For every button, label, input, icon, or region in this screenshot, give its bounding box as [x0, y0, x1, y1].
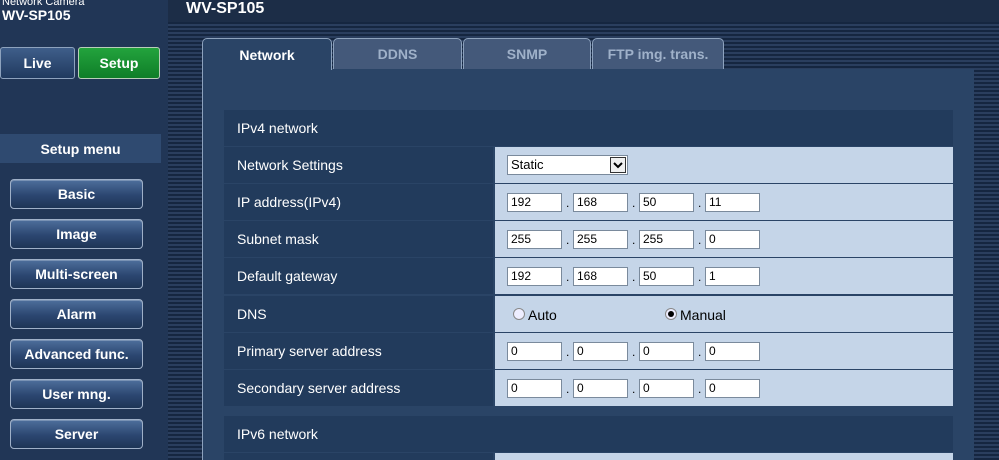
row-network-settings: Network Settings Static — [224, 147, 953, 183]
secondary-octet-1[interactable]: 0 — [507, 379, 562, 398]
ip-address-value-cell: 192 . 168 . 50 . 11 — [495, 184, 953, 220]
menu-item-user-mng[interactable]: User mng. — [10, 379, 143, 409]
ip-octet-3[interactable]: 50 — [639, 193, 694, 212]
network-settings-selected: Static — [511, 157, 544, 172]
dot-separator: . — [566, 196, 570, 210]
top-bar: WV-SP105 — [168, 0, 999, 22]
dns-label: DNS — [224, 296, 493, 332]
product-model: WV-SP105 — [2, 7, 71, 23]
ip-octet-1[interactable]: 192 — [507, 193, 562, 212]
setup-button[interactable]: Setup — [78, 47, 160, 79]
dot-separator: . — [566, 345, 570, 359]
dot-separator: . — [632, 270, 636, 284]
dns-manual-radio[interactable] — [665, 308, 677, 320]
subnet-octet-2[interactable]: 255 — [573, 230, 628, 249]
menu-item-server[interactable]: Server — [10, 419, 143, 449]
secondary-octet-4[interactable]: 0 — [705, 379, 760, 398]
dot-separator: . — [698, 382, 702, 396]
tab-network[interactable]: Network — [202, 38, 332, 70]
tab-ftp-img-trans[interactable]: FTP img. trans. — [592, 38, 724, 69]
gateway-octet-2[interactable]: 168 — [573, 267, 628, 286]
subnet-octet-4[interactable]: 0 — [705, 230, 760, 249]
dot-separator: . — [698, 270, 702, 284]
secondary-octet-2[interactable]: 0 — [573, 379, 628, 398]
row-default-gateway: Default gateway 192 . 168 . 50 . 1 — [224, 258, 953, 294]
dot-separator: . — [566, 270, 570, 284]
subnet-mask-value-cell: 255 . 255 . 255 . 0 — [495, 221, 953, 257]
subnet-octet-3[interactable]: 255 — [639, 230, 694, 249]
row-subnet-mask: Subnet mask 255 . 255 . 255 . 0 — [224, 221, 953, 257]
network-settings-value-cell: Static — [495, 147, 953, 183]
primary-server-label: Primary server address — [224, 333, 493, 369]
dot-separator: . — [698, 196, 702, 210]
menu-item-advanced-func[interactable]: Advanced func. — [10, 339, 143, 369]
gateway-octet-3[interactable]: 50 — [639, 267, 694, 286]
live-button[interactable]: Live — [0, 47, 75, 79]
primary-octet-1[interactable]: 0 — [507, 342, 562, 361]
gateway-octet-1[interactable]: 192 — [507, 267, 562, 286]
dns-auto-label[interactable]: Auto — [528, 307, 557, 323]
ipv6-row-label — [224, 453, 493, 460]
gateway-octet-4[interactable]: 1 — [705, 267, 760, 286]
ip-octet-4[interactable]: 11 — [705, 193, 760, 212]
setup-menu: Basic Image Multi-screen Alarm Advanced … — [10, 179, 143, 459]
chevron-down-icon[interactable] — [610, 157, 626, 173]
secondary-server-value-cell: 0 . 0 . 0 . 0 — [495, 370, 953, 406]
row-dns: DNS Auto Manual — [224, 296, 953, 332]
primary-octet-4[interactable]: 0 — [705, 342, 760, 361]
menu-item-basic[interactable]: Basic — [10, 179, 143, 209]
subnet-octet-1[interactable]: 255 — [507, 230, 562, 249]
tab-snmp[interactable]: SNMP — [463, 38, 591, 69]
setup-menu-title: Setup menu — [0, 134, 161, 163]
primary-octet-2[interactable]: 0 — [573, 342, 628, 361]
dot-separator: . — [632, 196, 636, 210]
dns-auto-radio[interactable] — [513, 308, 525, 320]
page-title: WV-SP105 — [186, 0, 265, 17]
ip-address-label: IP address(IPv4) — [224, 184, 493, 220]
primary-server-value-cell: 0 . 0 . 0 . 0 — [495, 333, 953, 369]
dns-manual-label[interactable]: Manual — [680, 307, 726, 323]
default-gateway-value-cell: 192 . 168 . 50 . 1 — [495, 258, 953, 294]
tab-ddns[interactable]: DDNS — [333, 38, 462, 69]
dns-value-cell: Auto Manual — [495, 296, 953, 332]
row-secondary-server: Secondary server address 0 . 0 . 0 . 0 — [224, 370, 953, 406]
dot-separator: . — [698, 345, 702, 359]
menu-item-multi-screen[interactable]: Multi-screen — [10, 259, 143, 289]
primary-octet-3[interactable]: 0 — [639, 342, 694, 361]
left-column: Network Camera WV-SP105 Live Setup Setup… — [0, 0, 168, 460]
ipv6-row-value-cell — [495, 453, 953, 460]
secondary-server-label: Secondary server address — [224, 370, 493, 406]
ip-octet-2[interactable]: 168 — [573, 193, 628, 212]
ipv4-section-header: IPv4 network — [224, 110, 953, 146]
secondary-octet-3[interactable]: 0 — [639, 379, 694, 398]
network-settings-label: Network Settings — [224, 147, 493, 183]
subnet-mask-label: Subnet mask — [224, 221, 493, 257]
default-gateway-label: Default gateway — [224, 258, 493, 294]
dot-separator: . — [698, 233, 702, 247]
network-settings-select[interactable]: Static — [507, 155, 628, 175]
dot-separator: . — [632, 382, 636, 396]
row-ipv6-partial — [224, 453, 953, 460]
dot-separator: . — [566, 382, 570, 396]
dot-separator: . — [632, 345, 636, 359]
dot-separator: . — [566, 233, 570, 247]
row-primary-server: Primary server address 0 . 0 . 0 . 0 — [224, 333, 953, 369]
row-ip-address: IP address(IPv4) 192 . 168 . 50 . 11 — [224, 184, 953, 220]
menu-item-image[interactable]: Image — [10, 219, 143, 249]
dot-separator: . — [632, 233, 636, 247]
menu-item-alarm[interactable]: Alarm — [10, 299, 143, 329]
ipv6-section-header: IPv6 network — [224, 416, 953, 452]
